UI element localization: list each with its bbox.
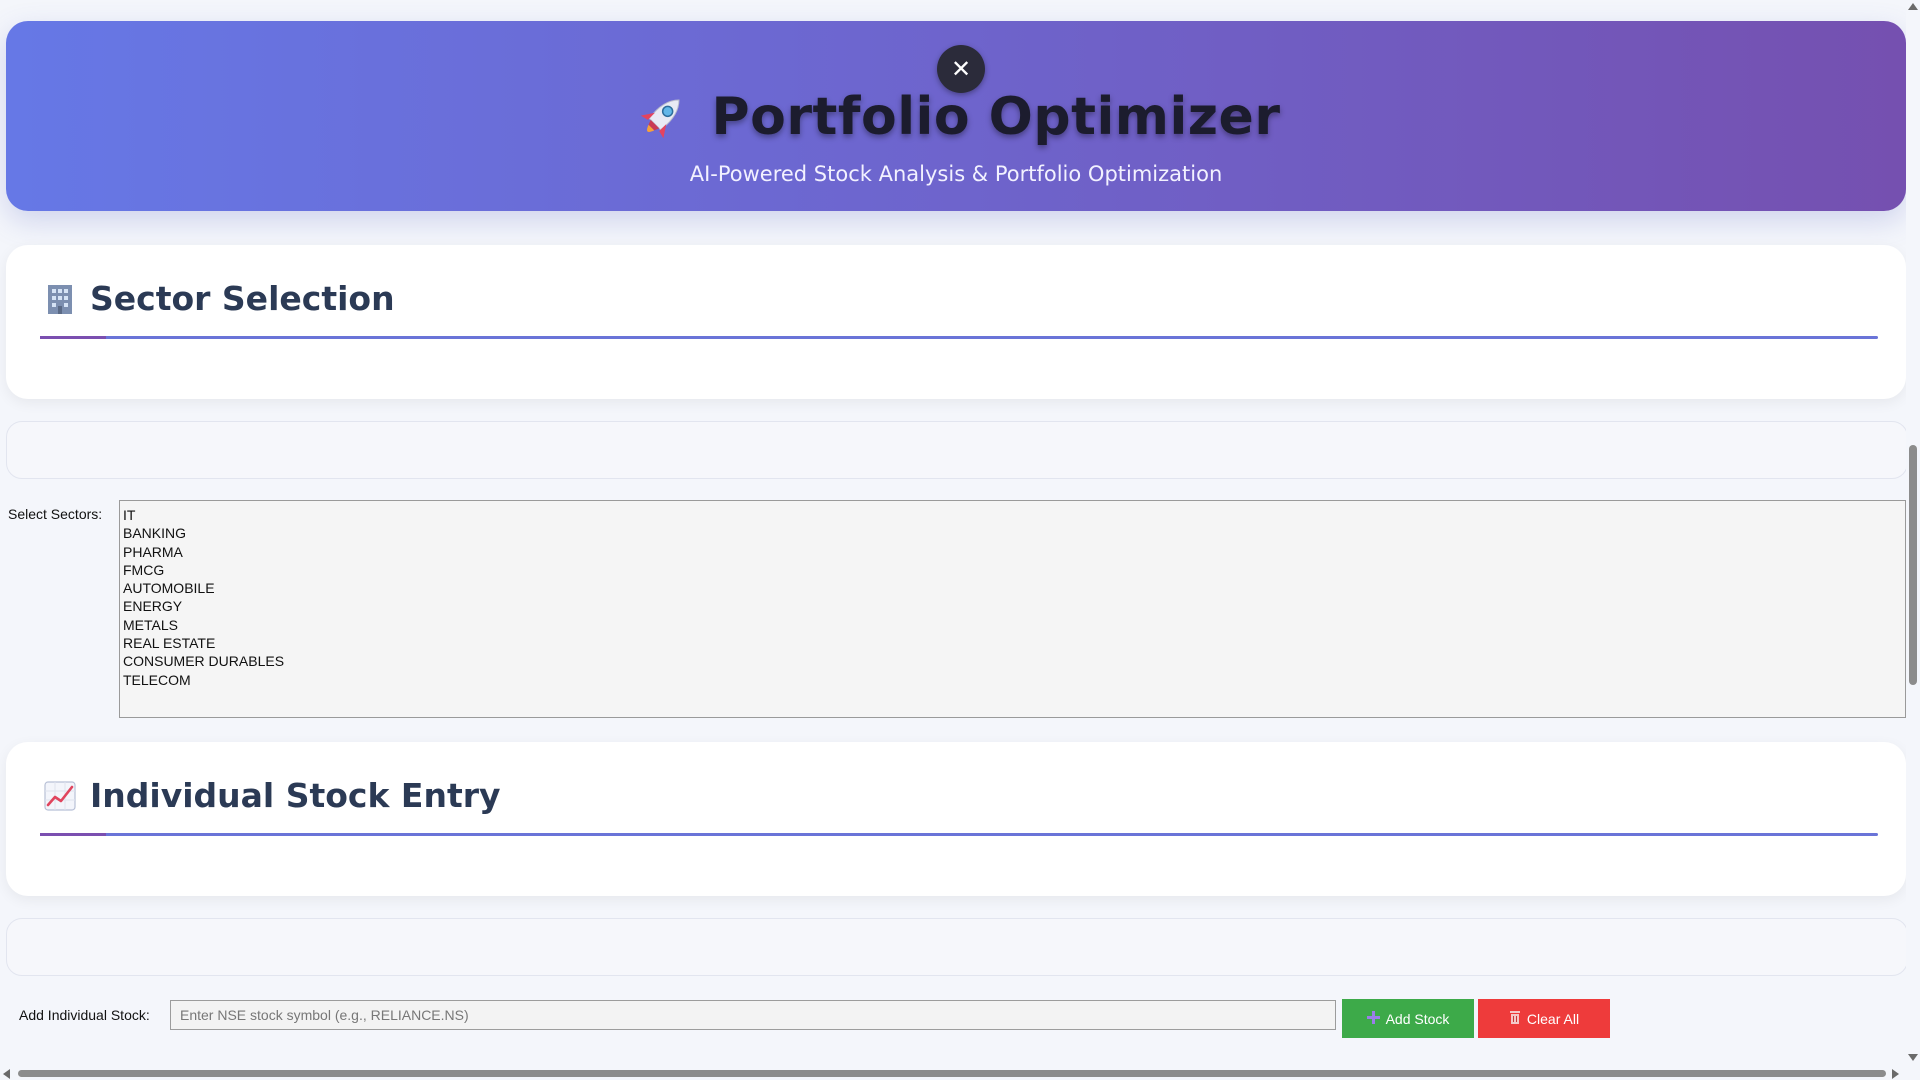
- add-stock-button-label: Add Stock: [1385, 1010, 1450, 1027]
- sector-option-energy[interactable]: ENERGY: [122, 597, 1903, 615]
- sector-option-pharma[interactable]: PHARMA: [122, 543, 1903, 561]
- rocket-icon: [632, 87, 692, 147]
- stock-section-title: Individual Stock Entry: [90, 776, 501, 815]
- close-button[interactable]: ✕: [937, 45, 985, 93]
- stock-empty-panel: [6, 918, 1908, 976]
- trash-icon: [1509, 1010, 1521, 1027]
- page-title: Portfolio Optimizer: [711, 87, 1281, 147]
- scroll-right-arrow-icon[interactable]: [1892, 1069, 1899, 1079]
- clear-all-button[interactable]: Clear All: [1478, 999, 1610, 1038]
- sector-option-consumer-durables[interactable]: CONSUMER DURABLES: [122, 652, 1903, 670]
- vertical-scroll-thumb[interactable]: [1909, 445, 1917, 685]
- page-subtitle: AI-Powered Stock Analysis & Portfolio Op…: [689, 162, 1223, 186]
- clear-all-button-label: Clear All: [1526, 1010, 1580, 1027]
- sector-empty-panel: [6, 421, 1908, 479]
- vertical-scrollbar[interactable]: [1906, 0, 1920, 1080]
- stock-section-header: Individual Stock Entry: [42, 776, 501, 815]
- sector-section-title: Sector Selection: [90, 279, 395, 318]
- header-title-row: Portfolio Optimizer: [6, 87, 1906, 147]
- sector-option-it[interactable]: IT: [122, 506, 1903, 524]
- horizontal-scrollbar[interactable]: [0, 1066, 1906, 1080]
- sector-multiselect[interactable]: IT BANKING PHARMA FMCG AUTOMOBILE ENERGY…: [119, 500, 1906, 718]
- plus-icon: [1366, 1010, 1380, 1027]
- sector-option-real-estate[interactable]: REAL ESTATE: [122, 634, 1903, 652]
- scroll-left-arrow-icon[interactable]: [3, 1069, 10, 1079]
- scroll-up-arrow-icon[interactable]: [1908, 3, 1918, 10]
- close-icon: ✕: [950, 55, 972, 83]
- scroll-down-arrow-icon[interactable]: [1908, 1054, 1918, 1061]
- sector-option-banking[interactable]: BANKING: [122, 524, 1903, 542]
- add-stock-button[interactable]: Add Stock: [1342, 999, 1474, 1038]
- stock-entry-card: Individual Stock Entry: [6, 742, 1906, 896]
- select-sectors-label: Select Sectors:: [8, 506, 103, 522]
- sector-selection-card: Sector Selection: [6, 245, 1906, 399]
- chart-increasing-icon: [42, 778, 78, 814]
- office-building-icon: [42, 281, 78, 317]
- sector-option-automobile[interactable]: AUTOMOBILE: [122, 579, 1903, 597]
- sector-option-telecom[interactable]: TELECOM: [122, 671, 1903, 689]
- section-divider: [40, 833, 1878, 836]
- add-stock-label: Add Individual Stock:: [19, 1007, 150, 1023]
- stock-symbol-input[interactable]: [170, 1000, 1336, 1030]
- sector-option-fmcg[interactable]: FMCG: [122, 561, 1903, 579]
- section-divider: [40, 336, 1878, 339]
- sector-option-metals[interactable]: METALS: [122, 616, 1903, 634]
- sector-section-header: Sector Selection: [42, 279, 395, 318]
- horizontal-scroll-thumb[interactable]: [18, 1070, 1886, 1077]
